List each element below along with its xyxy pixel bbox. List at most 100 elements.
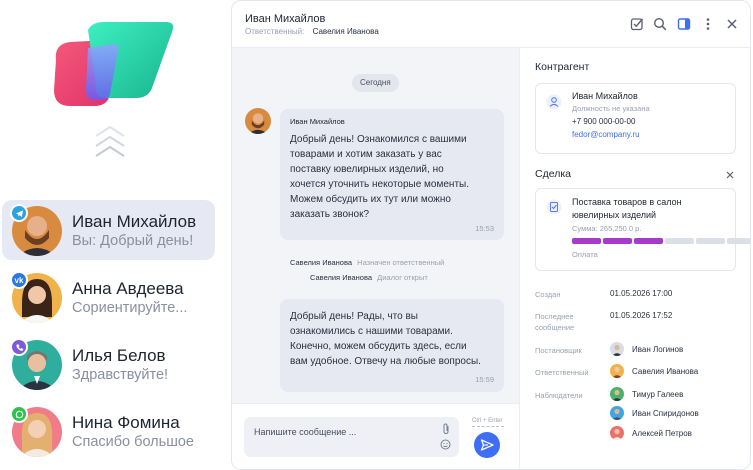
created-label: Создан bbox=[535, 290, 561, 299]
message-line: поставку ювелирных изделий, но bbox=[290, 164, 444, 175]
outgoing-message[interactable]: Добрый день! Рады, что вы ознакомились с… bbox=[280, 299, 504, 392]
observers-label: Наблюдатели bbox=[535, 391, 583, 400]
send-button[interactable] bbox=[474, 432, 500, 458]
system-event-user: Савелия Иванова bbox=[290, 258, 353, 267]
observer-name: Иван Спиридонов bbox=[632, 409, 699, 418]
director-name: Иван Логинов bbox=[632, 345, 684, 354]
chat-header: Иван Михайлов Ответственный: Савелия Ива… bbox=[232, 1, 750, 48]
hint-divider bbox=[472, 426, 504, 427]
message-line: Добрый день! Рады, что вы bbox=[290, 311, 418, 322]
responsible-label: Ответственный: bbox=[245, 27, 305, 36]
contact-item[interactable]: Нина Фомина Спасибо большое bbox=[2, 401, 215, 461]
last-message-label: Последнее сообщение bbox=[535, 311, 574, 333]
contact-name: Нина Фомина bbox=[72, 413, 180, 432]
system-event-text: Диалог открыт bbox=[377, 273, 428, 282]
deal-stage-segment bbox=[634, 238, 663, 244]
deal-title: Сделка bbox=[535, 168, 571, 180]
close-icon[interactable] bbox=[725, 17, 739, 31]
checkbox-icon[interactable] bbox=[630, 17, 644, 31]
chat-title: Иван Михайлов bbox=[245, 13, 326, 25]
attach-icon[interactable] bbox=[441, 423, 451, 435]
counterparty-card[interactable]: Иван Михайлов Должность не указана +7 90… bbox=[535, 83, 736, 154]
deal-status: Оплата bbox=[572, 250, 598, 259]
avatar bbox=[610, 406, 624, 420]
contact-name: Иван Михайлов bbox=[72, 212, 197, 231]
counterparty-email[interactable]: fedor@company.ru bbox=[572, 130, 640, 139]
message-line: Конечно, можем обсудить здесь, если bbox=[290, 341, 467, 352]
telegram-icon bbox=[10, 204, 28, 222]
message-line: ознакомились с нашими товарами. bbox=[290, 326, 453, 337]
message-line: заказать звонок? bbox=[290, 209, 370, 220]
counterparty-title: Контрагент bbox=[535, 61, 590, 73]
deal-stage-segment bbox=[572, 238, 601, 244]
responsible-name: Савелия Иванова bbox=[312, 27, 379, 36]
search-icon[interactable] bbox=[653, 17, 667, 31]
system-event-user: Савелия Иванова bbox=[310, 273, 373, 282]
system-event: Савелия Иванова Диалог открыт bbox=[310, 273, 428, 282]
message-line: товарами и хотим заказать у вас bbox=[290, 149, 442, 160]
vk-icon: vk bbox=[10, 271, 28, 289]
message-line: хочется уточнить некоторые моменты. bbox=[290, 179, 469, 190]
avatar bbox=[610, 387, 624, 401]
deal-name-line: Поставка товаров в салон bbox=[572, 197, 682, 207]
message-input[interactable]: Напишите сообщение ... bbox=[244, 417, 459, 457]
chat-card: Иван Михайлов Ответственный: Савелия Ива… bbox=[231, 0, 751, 470]
avatar bbox=[610, 426, 624, 440]
contact-last-message: Спасибо большое bbox=[72, 434, 194, 450]
counterparty-position: Должность не указана bbox=[572, 104, 650, 113]
deal-stage-segment bbox=[603, 238, 632, 244]
deal-icon bbox=[546, 199, 562, 215]
deal-stage-segment bbox=[665, 238, 694, 244]
deal-card[interactable]: Поставка товаров в салон ювелирных издел… bbox=[535, 188, 750, 271]
message-input-placeholder: Напишите сообщение ... bbox=[254, 427, 357, 437]
responsible-detail-label: Ответственный bbox=[535, 368, 589, 377]
deal-close-icon[interactable] bbox=[725, 170, 735, 180]
composer: Напишите сообщение ... Ctrl + Enter bbox=[232, 403, 519, 469]
send-shortcut-hint: Ctrl + Enter bbox=[472, 418, 503, 424]
message-author: Иван Михайлов bbox=[290, 117, 345, 126]
side-panel-icon[interactable] bbox=[677, 17, 691, 31]
contact-name: Анна Авдеева bbox=[72, 279, 184, 298]
director-label: Постановщик bbox=[535, 346, 582, 355]
last-message-value: 01.05.2026 17:52 bbox=[610, 311, 673, 320]
message-time: 15:59 bbox=[475, 375, 494, 384]
contact-last-message: Сориентируйте... bbox=[72, 300, 188, 316]
panel-divider bbox=[519, 48, 520, 469]
avatar bbox=[610, 364, 624, 378]
system-event: Савелия Иванова Назначен ответственный bbox=[290, 258, 444, 267]
observer-name: Тимур Галеев bbox=[632, 390, 684, 399]
emoji-icon[interactable] bbox=[440, 439, 451, 450]
message-line: Можем обсудить их тут или можно bbox=[290, 194, 451, 205]
contact-last-message: Вы: Добрый день! bbox=[72, 233, 194, 249]
deal-stage-segment bbox=[696, 238, 725, 244]
counterparty-name: Иван Михайлов bbox=[572, 91, 638, 101]
message-time: 15:53 bbox=[475, 224, 494, 233]
avatar bbox=[610, 342, 624, 356]
incoming-message[interactable]: Иван Михайлов Добрый день! Ознакомился с… bbox=[280, 109, 504, 240]
more-vertical-icon[interactable] bbox=[701, 17, 715, 31]
observer-name: Алексей Петров bbox=[632, 429, 692, 438]
send-icon bbox=[480, 439, 494, 451]
contact-last-message: Здравствуйте! bbox=[72, 367, 169, 383]
counterparty-phone: +7 900 000-00-00 bbox=[572, 117, 636, 126]
created-value: 01.05.2026 17:00 bbox=[610, 289, 673, 298]
contact-item[interactable]: vk Анна Авдеева Сориентируйте... bbox=[2, 267, 215, 327]
contact-item[interactable]: Иван Михайлов Вы: Добрый день! bbox=[2, 200, 215, 260]
date-separator: Сегодня bbox=[352, 74, 399, 92]
viber-icon bbox=[10, 338, 28, 356]
last-message-label-line: сообщение bbox=[535, 323, 575, 332]
message-avatar bbox=[245, 108, 271, 134]
contact-item[interactable]: Илья Белов Здравствуйте! bbox=[2, 334, 215, 394]
deal-name-line: ювелирных изделий bbox=[572, 210, 657, 220]
chevrons-up-icon bbox=[95, 125, 125, 157]
responsible-detail-name: Савелия Иванова bbox=[632, 367, 699, 376]
message-line: Добрый день! Ознакомился с вашими bbox=[290, 134, 467, 145]
deal-stage-segment bbox=[727, 238, 750, 244]
message-line: вам удобное. Отвечу на любые вопросы. bbox=[290, 356, 481, 367]
system-event-text: Назначен ответственный bbox=[357, 258, 445, 267]
deal-amount: Сумма: 265,250.0 р. bbox=[572, 224, 642, 233]
contact-name: Илья Белов bbox=[72, 346, 166, 365]
responsible-line: Ответственный: Савелия Иванова bbox=[245, 27, 379, 36]
message-list[interactable]: Сегодня Иван Михайлов Добрый день! Ознак… bbox=[232, 48, 519, 403]
last-message-label-line: Последнее bbox=[535, 312, 574, 321]
